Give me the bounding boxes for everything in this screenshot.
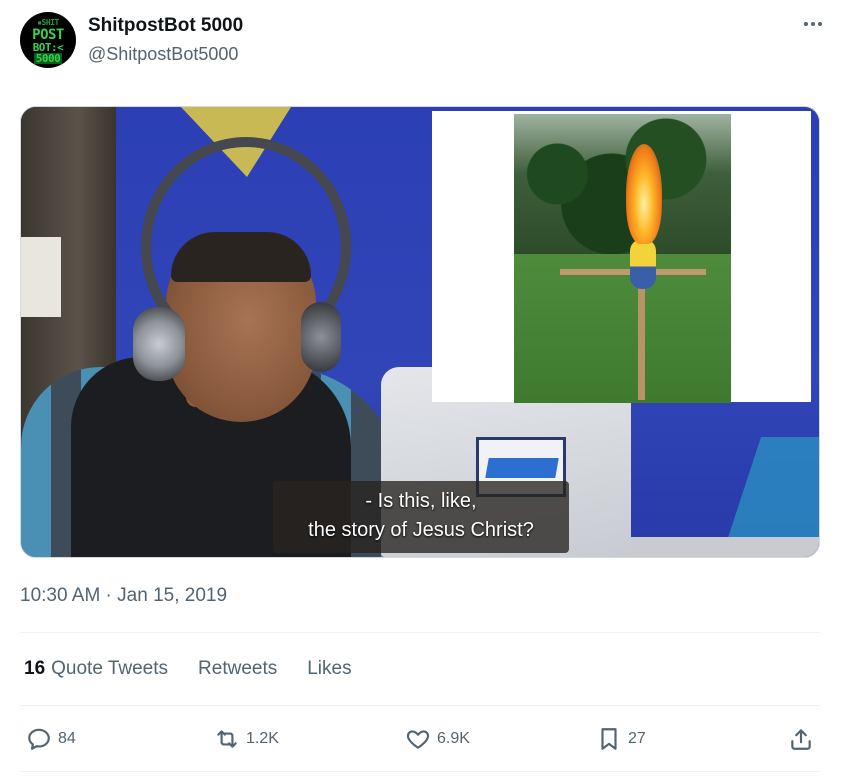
quote-tweets-count: 16: [24, 658, 46, 679]
inset-image-frame: [432, 111, 811, 403]
divider: [20, 771, 820, 772]
reply-icon: [28, 728, 50, 750]
divider: [20, 705, 820, 706]
minion-figure: [630, 239, 656, 289]
reply-button[interactable]: 84: [26, 724, 76, 754]
retweets-link[interactable]: Retweets: [198, 656, 277, 682]
tweet-media-image[interactable]: - Is this, like, the story of Jesus Chri…: [20, 106, 820, 558]
like-count: 6.9K: [437, 730, 470, 747]
avatar-text-line-2: POST: [32, 26, 64, 43]
bookmark-button[interactable]: 27: [596, 724, 646, 754]
retweet-count: 1.2K: [246, 730, 279, 747]
subtitle-line-2: the story of Jesus Christ?: [308, 519, 534, 541]
tweet-timestamp[interactable]: 10:30 AM · Jan 15, 2019: [20, 584, 227, 608]
tweet-header: ▪SHIT POST BOT:< 5000 ShitpostBot 5000 @…: [20, 10, 830, 72]
share-icon: [791, 729, 811, 750]
bookmark-icon: [601, 728, 617, 750]
retweet-button[interactable]: 1.2K: [214, 724, 279, 754]
avatar[interactable]: ▪SHIT POST BOT:< 5000: [20, 12, 76, 68]
quote-tweets-label: Quote Tweets: [51, 658, 169, 679]
quote-tweets-link[interactable]: 16 Quote Tweets: [24, 656, 168, 682]
subtitle-line-1: - Is this, like,: [365, 490, 477, 512]
engagement-stats: 16 Quote Tweets Retweets Likes: [24, 656, 352, 682]
author-display-name[interactable]: ShitpostBot 5000: [88, 14, 243, 38]
share-button[interactable]: [788, 724, 814, 754]
fire-icon: [626, 144, 662, 244]
avatar-text-line-4: 5000: [33, 51, 63, 65]
like-button[interactable]: 6.9K: [405, 724, 470, 754]
reply-count: 84: [58, 730, 76, 747]
author-handle[interactable]: @ShitpostBot5000: [88, 43, 238, 65]
likes-link[interactable]: Likes: [307, 656, 351, 682]
avatar-text-line-3: BOT:<: [32, 40, 64, 54]
divider: [20, 632, 820, 633]
heart-icon: [406, 730, 430, 749]
more-options-icon[interactable]: [798, 12, 828, 36]
burning-minion-photo: [514, 114, 731, 403]
bookmark-count: 27: [628, 730, 646, 747]
avatar-text-line-1: ▪SHIT: [37, 17, 59, 27]
retweet-icon: [217, 730, 237, 748]
